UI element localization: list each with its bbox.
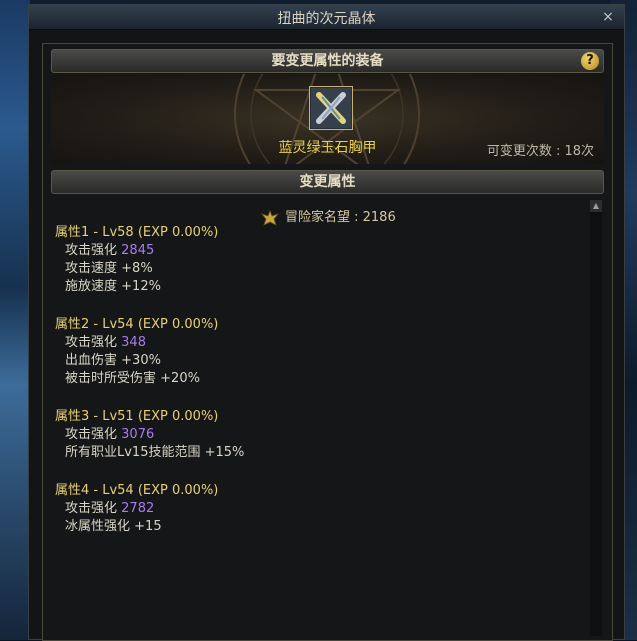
property-line: 被击时所受伤害 +20% <box>55 370 218 388</box>
stat-name: 出血伤害 <box>65 353 118 368</box>
stat-value: +20% <box>160 371 200 386</box>
equipment-display: 蓝灵绿玉石胸甲 可变更次数 : 18次 <box>51 74 604 164</box>
property-block-3[interactable]: 属性3 - Lv51 (EXP 0.00%) 攻击强化 3076 所有职业Lv1… <box>55 408 244 462</box>
reputation-display: 冒险家名望 : 2186 <box>261 206 396 226</box>
background-left-scene <box>0 0 30 640</box>
stat-value: +15% <box>204 445 245 460</box>
property-line: 攻击强化 348 <box>55 334 218 352</box>
property-header: 属性4 - Lv54 (EXP 0.00%) <box>55 483 219 498</box>
main-panel: 要变更属性的装备 ? 蓝灵绿玉石胸甲 可变更次数 : 18次 变更属性 冒险家名… <box>42 43 613 641</box>
property-header: 属性3 - Lv51 (EXP 0.00%) <box>55 409 219 424</box>
stat-value: +15 <box>134 519 162 534</box>
stat-name: 攻击速度 <box>65 261 118 276</box>
equipment-section-header: 要变更属性的装备 ? <box>51 49 604 73</box>
close-icon[interactable]: × <box>600 9 616 25</box>
property-line: 攻击强化 2782 <box>55 500 218 518</box>
stat-name: 攻击强化 <box>65 243 118 258</box>
property-list: 冒险家名望 : 2186 属性1 - Lv58 (EXP 0.00%) 攻击强化… <box>51 198 604 638</box>
equipment-item-slot[interactable] <box>309 86 353 130</box>
stat-name: 攻击强化 <box>65 427 118 442</box>
title-bar[interactable]: 扭曲的次元晶体 × <box>29 5 624 30</box>
dimensional-crystal-window: 扭曲的次元晶体 × 要变更属性的装备 ? 蓝灵绿玉石胸甲 可变更次数: 18次… <box>28 4 625 641</box>
property-line: 攻击强化 3076 <box>55 426 244 444</box>
property-line: 攻击速度 +8% <box>55 260 218 278</box>
property-block-2[interactable]: 属性2 - Lv54 (EXP 0.00%) 攻击强化 348 出血伤害 +30… <box>55 316 218 388</box>
property-header: 属性1 - Lv58 (EXP 0.00%) <box>55 225 219 240</box>
property-line: 攻击强化 2845 <box>55 242 218 260</box>
property-line: 出血伤害 +30% <box>55 352 218 370</box>
property-header: 属性2 - Lv54 (EXP 0.00%) <box>55 317 219 332</box>
stat-name: 所有职业Lv15技能范围 <box>65 445 201 460</box>
scroll-up-icon[interactable]: ▲ <box>590 200 602 212</box>
stat-value: +12% <box>121 279 161 294</box>
equipment-section-title: 要变更属性的装备 <box>271 53 384 69</box>
window-title: 扭曲的次元晶体 <box>277 11 376 27</box>
stat-value: 348 <box>121 335 146 350</box>
property-line: 冰属性强化 +15 <box>55 518 218 536</box>
property-block-4[interactable]: 属性4 - Lv54 (EXP 0.00%) 攻击强化 2782 冰属性强化 +… <box>55 482 218 536</box>
scrollbar[interactable]: ▲ <box>590 200 602 636</box>
stat-name: 攻击强化 <box>65 501 118 516</box>
stat-value: +30% <box>121 353 161 368</box>
change-section-title: 变更属性 <box>299 174 356 190</box>
stat-name: 攻击强化 <box>65 335 118 350</box>
stat-value: 3076 <box>121 427 155 442</box>
property-line: 所有职业Lv15技能范围 +15% <box>55 444 244 462</box>
property-line: 施放速度 +12% <box>55 278 218 296</box>
stat-name: 被击时所受伤害 <box>65 371 157 386</box>
reputation-emblem-icon <box>261 209 279 226</box>
stat-value: +8% <box>121 261 153 276</box>
stat-value: 2782 <box>121 501 155 516</box>
change-section-header: 变更属性 <box>51 170 604 194</box>
armor-chest-icon <box>311 88 351 128</box>
change-count: 可变更次数 : 18次 <box>486 144 594 159</box>
stat-name: 冰属性强化 <box>65 519 131 534</box>
property-block-1[interactable]: 属性1 - Lv58 (EXP 0.00%) 攻击强化 2845 攻击速度 +8… <box>55 224 218 296</box>
stat-name: 施放速度 <box>65 279 118 294</box>
stat-value: 2845 <box>121 243 155 258</box>
help-icon[interactable]: ? <box>581 52 599 70</box>
reputation-text: 冒险家名望 : 2186 <box>285 210 396 225</box>
